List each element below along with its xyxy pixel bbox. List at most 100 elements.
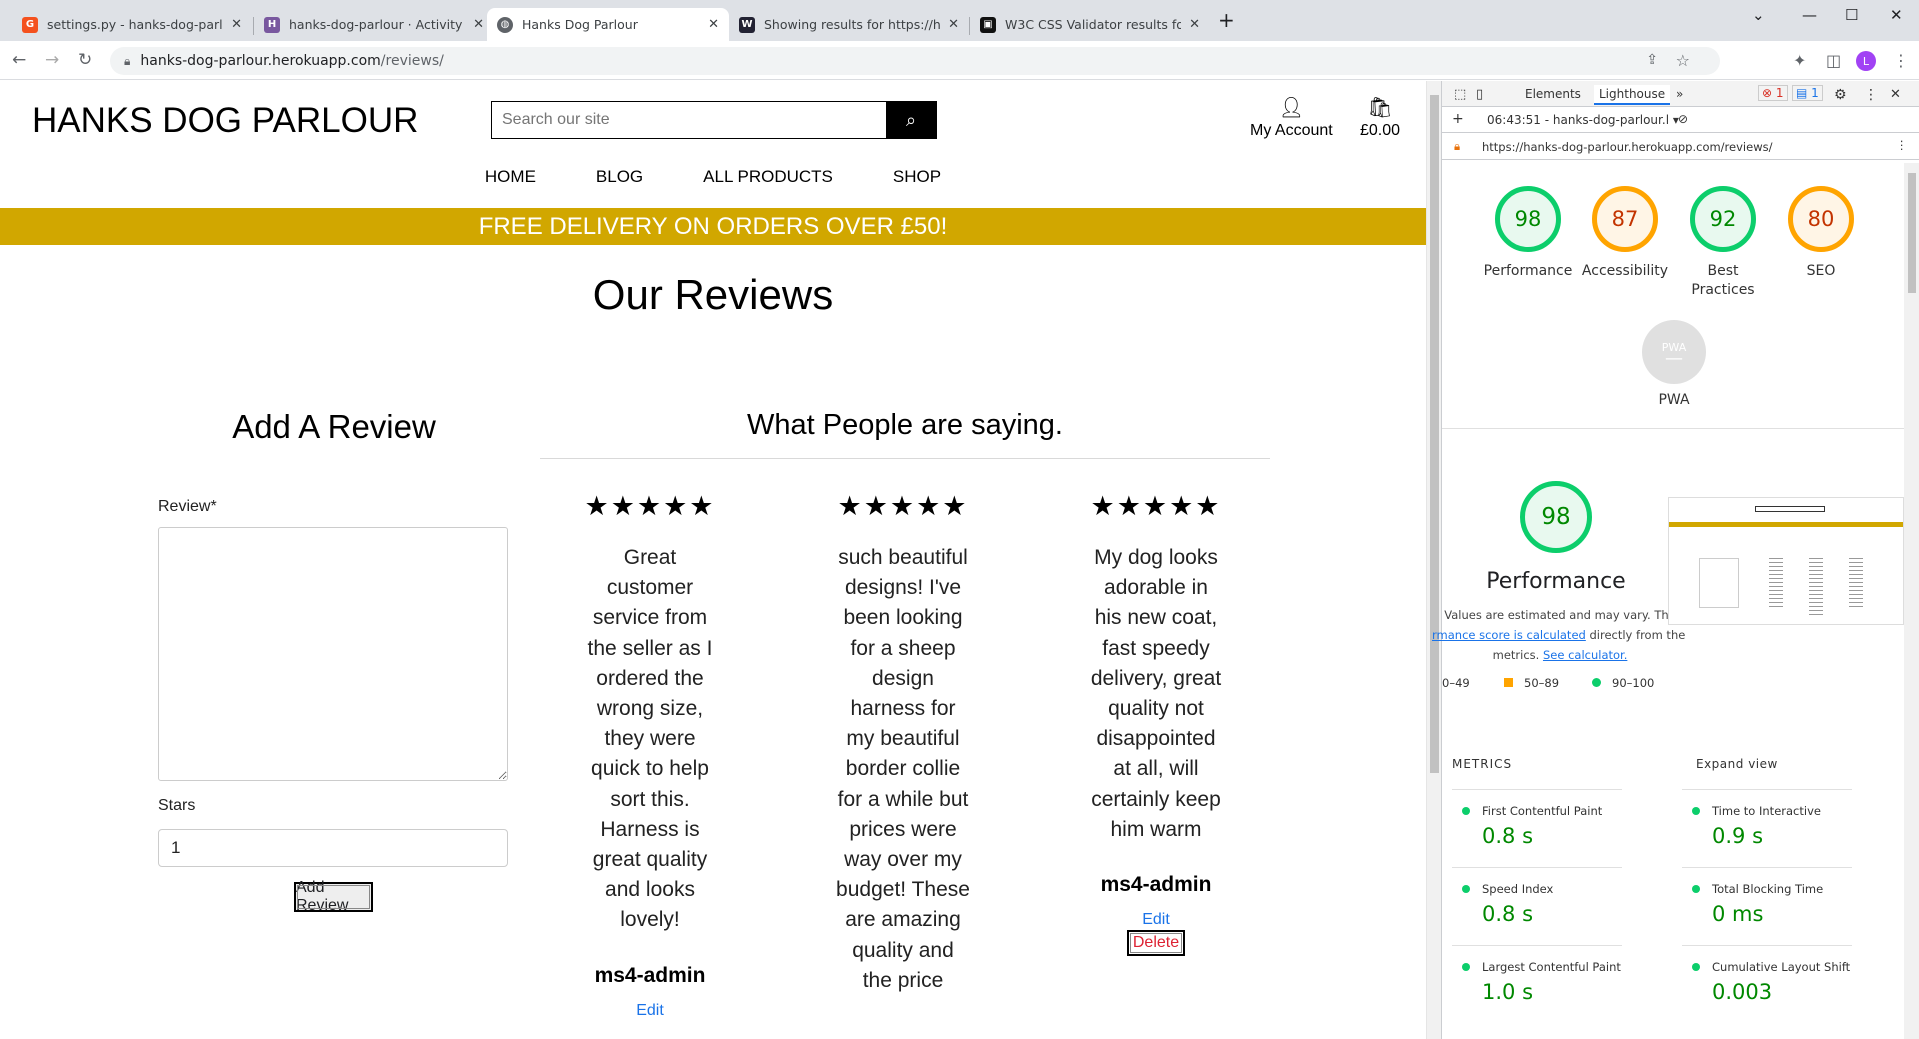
review-card: ★★★★★ such beautiful designs! I've been … [813,491,993,996]
legend-pass: 90–100 [1612,676,1655,690]
reviews-heading: What People are saying. [747,409,1063,441]
error-count: 1 [1775,86,1784,100]
delete-button[interactable]: Delete [1126,930,1186,957]
close-icon[interactable]: ✕ [708,17,719,32]
profile-avatar[interactable]: L [1856,51,1876,71]
kebab-icon[interactable]: ⋮ [1864,87,1878,103]
score-value: 87 [1611,207,1639,231]
metric-cls: Cumulative Layout Shift 0.003 [1682,945,1852,1004]
side-panel-icon[interactable]: ◫ [1826,51,1841,70]
scrollbar-thumb[interactable] [1908,173,1916,293]
tab-elements[interactable]: Elements [1525,87,1581,101]
nav-shop[interactable]: SHOP [893,167,941,187]
address-bar-row: ← → ↻ 🔒︎ hanks-dog-parlour.herokuapp.com… [0,41,1919,80]
url-host: hanks-dog-parlour.herokuapp.com [140,53,381,69]
gauge-label: Best Practices [1691,263,1755,298]
metric-name: First Contentful Paint [1452,804,1622,818]
devtools-toolbar: ⬚ ▯ Elements Lighthouse » ⊗ 1 ▤ 1 ⚙ ⋮ ✕ [1442,81,1919,107]
expand-view-toggle[interactable]: Expand view [1696,757,1778,771]
nav-blog[interactable]: BLOG [596,167,643,187]
report-selector[interactable]: 06:43:51 - hanks-dog-parlour.l ▾ [1487,113,1679,127]
tab-heroku-activity[interactable]: H hanks-dog-parlour · Activity | He ✕ [254,8,494,41]
extensions-icon[interactable]: ✦ [1793,51,1806,70]
metric-value: 0.8 s [1482,824,1534,848]
tab-title: Showing results for https://hanks [764,17,941,32]
report-url[interactable]: https://hanks-dog-parlour.herokuapp.com/… [1482,140,1772,154]
edit-link[interactable]: Edit [560,1002,740,1020]
close-devtools-icon[interactable]: ✕ [1890,87,1901,102]
share-icon[interactable]: ⇪ [1646,52,1658,68]
device-toggle-icon[interactable]: ▯ [1476,87,1483,102]
search-icon: ⌕ [905,109,917,131]
tab-lighthouse[interactable]: Lighthouse [1594,85,1671,105]
stars-label: Stars [158,797,196,814]
search-button[interactable]: ⌕ [886,102,936,138]
shopping-bag-icon: 🛍︎ [1367,97,1393,119]
tab-html-validator[interactable]: W Showing results for https://hanks ✕ [729,8,969,41]
metric-speed-index: Speed Index 0.8 s [1452,867,1622,926]
inspect-icon[interactable]: ⬚ [1454,87,1466,102]
score-value: 80 [1807,207,1835,231]
window-close-icon[interactable]: ✕ [1890,6,1903,24]
nav-home[interactable]: HOME [485,167,536,187]
stars-input[interactable]: 1 [158,829,508,867]
tab-title: W3C CSS Validator results for htt [1005,17,1182,32]
score-calculated-link[interactable]: rmance score is calculated [1432,628,1586,642]
close-icon[interactable]: ✕ [948,17,959,32]
performance-gauge[interactable]: 98 [1495,186,1561,252]
back-icon[interactable]: ← [12,50,26,70]
pwa-badge-icon[interactable]: PWA — [1642,320,1706,384]
tab-title: hanks-dog-parlour · Activity | He [289,17,465,32]
legend-fail: 0–49 [1442,676,1470,690]
review-textarea[interactable] [158,527,508,781]
new-report-icon[interactable]: + [1452,111,1464,127]
clear-icon[interactable]: ⊘ [1678,112,1688,126]
page-scrollbar[interactable] [1426,81,1441,1039]
kebab-icon[interactable]: ⋮ [1896,138,1908,152]
scrollbar-thumb[interactable] [1430,95,1439,773]
reload-icon[interactable]: ↻ [78,50,92,70]
add-review-heading: Add A Review [232,408,436,445]
review-author: ms4-admin [594,963,706,987]
tab-settings-py[interactable]: G settings.py - hanks-dog-parlour ✕ [12,8,252,41]
error-badge[interactable]: ⊗ 1 [1758,85,1788,101]
new-tab-icon[interactable]: + [1218,8,1235,32]
close-icon[interactable]: ✕ [231,17,242,32]
my-account-link[interactable]: 👤︎ My Account [1250,95,1333,140]
cart-link[interactable]: 🛍︎ £0.00 [1360,95,1400,140]
minimize-icon[interactable]: — [1802,6,1817,24]
url-field[interactable]: 🔒︎ hanks-dog-parlour.herokuapp.com/revie… [110,47,1720,75]
metric-name: Speed Index [1452,882,1622,896]
seo-gauge[interactable]: 80 [1788,186,1854,252]
message-badge[interactable]: ▤ 1 [1792,85,1823,101]
gauge-label: PWA [1658,392,1690,408]
message-count: 1 [1811,86,1819,100]
forward-icon[interactable]: → [45,50,59,70]
score-value: 98 [1514,207,1542,231]
gitpod-icon: G [22,16,38,33]
accessibility-gauge[interactable]: 87 [1592,186,1658,252]
tab-hanks-dog-parlour[interactable]: ◍ Hanks Dog Parlour ✕ [487,8,729,41]
metric-tti: Time to Interactive 0.9 s [1682,789,1852,848]
search-input[interactable] [492,102,886,138]
maximize-icon[interactable]: ☐ [1845,6,1858,24]
close-icon[interactable]: ✕ [473,17,484,32]
edit-link[interactable]: Edit [1066,911,1246,929]
see-calculator-link[interactable]: See calculator. [1543,648,1627,662]
metric-name: Largest Contentful Paint [1452,960,1622,974]
tab-css-validator[interactable]: ▣ W3C CSS Validator results for htt ✕ [970,8,1210,41]
menu-kebab-icon[interactable]: ⋮ [1893,51,1909,70]
tab-search-icon[interactable]: ⌄ [1752,6,1765,24]
nav-all-products[interactable]: ALL PRODUCTS [703,167,833,187]
gear-icon[interactable]: ⚙ [1834,87,1847,103]
note-line: directly from the [1589,628,1686,642]
best-practices-gauge[interactable]: 92 [1690,186,1756,252]
metric-value: 0.003 [1712,980,1773,1004]
more-tabs-icon[interactable]: » [1676,87,1683,101]
devtools-scrollbar[interactable] [1904,163,1919,1039]
bookmark-star-icon[interactable]: ☆ [1676,51,1690,70]
review-card: ★★★★★ My dog looks adorable in his new c… [1066,491,1246,957]
add-review-button[interactable]: Add Review [294,879,373,914]
close-icon[interactable]: ✕ [1189,17,1200,32]
site-logo[interactable]: HANKS DOG PARLOUR [32,101,418,141]
